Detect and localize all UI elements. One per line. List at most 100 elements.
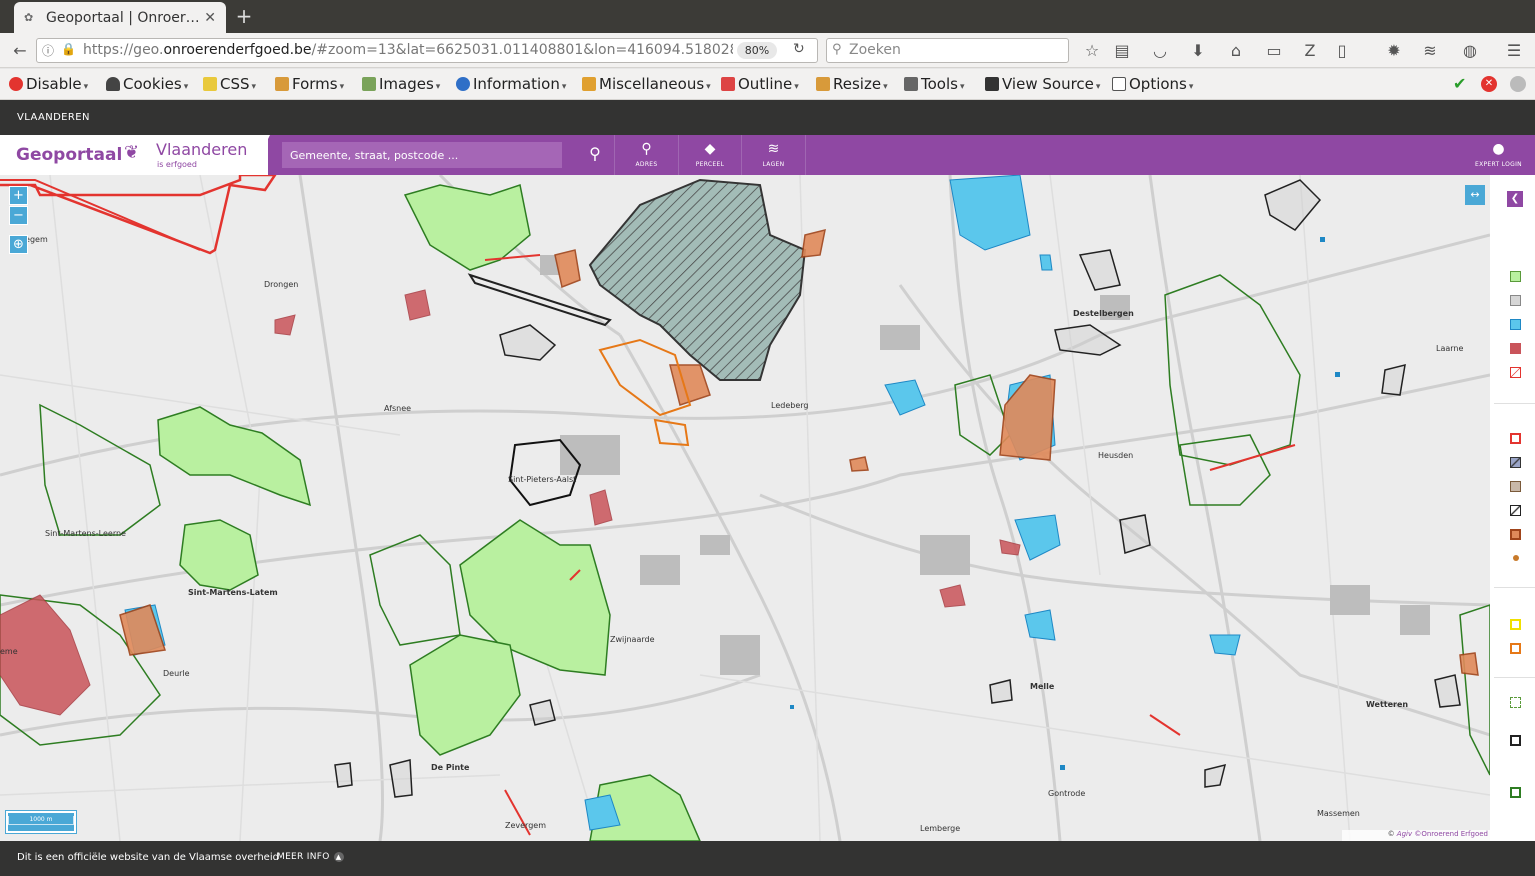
- legend-swatch-hatched-blue[interactable]: [1510, 457, 1521, 468]
- vlaanderen-bar: VLAANDEREN: [0, 100, 1535, 135]
- zoom-out-button[interactable]: −: [9, 206, 28, 225]
- legend-swatch-red[interactable]: [1510, 343, 1521, 354]
- bookmark-star-icon[interactable]: ☆: [1080, 39, 1104, 63]
- legend-swatch-red-hatched[interactable]: [1510, 367, 1521, 378]
- resize-icon: [816, 77, 830, 91]
- legend-swatch-black-hatched[interactable]: [1510, 505, 1521, 516]
- historic-city-center: [588, 178, 807, 381]
- dev-menu-outline[interactable]: Outline ▾: [721, 75, 799, 93]
- extension-layers-icon[interactable]: ≋: [1418, 39, 1442, 63]
- locate-me-icon[interactable]: ⊕: [9, 235, 28, 254]
- perceel-button[interactable]: ◆ PERCEEL: [678, 135, 741, 175]
- legend-swatch-orange[interactable]: [1510, 529, 1521, 540]
- legend-divider: [1494, 677, 1535, 678]
- place-label-zwijnaarde: Zwijnaarde: [610, 635, 655, 644]
- legend-divider: [1494, 403, 1535, 404]
- close-toolbar-icon[interactable]: [1510, 76, 1526, 92]
- close-tab-icon[interactable]: ✕: [204, 10, 216, 26]
- reading-list-icon[interactable]: ▤: [1110, 39, 1134, 63]
- scale-bar: 1000 m: [6, 811, 76, 833]
- dev-menu-disable[interactable]: Disable ▾: [9, 75, 88, 93]
- legend-swatch-green-dashed[interactable]: [1510, 697, 1521, 708]
- dev-menu-options[interactable]: Options ▾: [1112, 75, 1193, 93]
- location-search-input[interactable]: [282, 142, 562, 168]
- extension-zzz-icon[interactable]: ▭: [1262, 39, 1286, 63]
- user-icon: ●: [1492, 141, 1505, 157]
- extension-z-icon[interactable]: Z: [1298, 39, 1322, 63]
- menu-icon[interactable]: ☰: [1502, 39, 1526, 63]
- meer-info-link[interactable]: MEER INFO ▲: [277, 852, 344, 862]
- dev-menu-resize[interactable]: Resize ▾: [816, 75, 888, 93]
- expand-map-button[interactable]: ↔: [1465, 185, 1485, 205]
- place-label-massemen: Massemen: [1317, 809, 1360, 818]
- legend-swatch-green-outline[interactable]: [1510, 787, 1521, 798]
- flemish-lion-icon: ❦: [124, 142, 140, 163]
- legend-swatch-gray[interactable]: [1510, 295, 1521, 306]
- images-icon: [362, 77, 376, 91]
- header-divider: [805, 135, 806, 175]
- place-label-deurle: Deurle: [163, 669, 190, 678]
- extension-orange-icon[interactable]: ✹: [1382, 39, 1406, 63]
- zoom-in-button[interactable]: +: [9, 186, 28, 205]
- url-text[interactable]: https://geo.onroerenderfgoed.be/#zoom=13…: [83, 42, 733, 58]
- legend-swatch-cyan[interactable]: [1510, 319, 1521, 330]
- dev-menu-images[interactable]: Images ▾: [362, 75, 440, 93]
- pocket-icon[interactable]: ◡: [1148, 39, 1172, 63]
- legend-swatch-orange-outline[interactable]: [1510, 643, 1521, 654]
- download-icon[interactable]: ⬇: [1186, 39, 1210, 63]
- expert-login-button[interactable]: ● EXPERT LOGIN: [1462, 135, 1535, 175]
- map-viewport[interactable]: andegem Drongen Afsnee Sint-Martens-Leer…: [0, 175, 1490, 841]
- collapse-legend-button[interactable]: ❮: [1507, 191, 1523, 207]
- dev-menu-cookies[interactable]: Cookies ▾: [106, 75, 188, 93]
- place-label-destelbergen: Destelbergen: [1073, 309, 1134, 318]
- back-arrow-icon[interactable]: ←: [8, 39, 32, 63]
- dev-menu-tools[interactable]: Tools ▾: [904, 75, 964, 93]
- page-icon[interactable]: ▯: [1330, 39, 1354, 63]
- legend-divider: [1494, 587, 1535, 588]
- place-label-sint-martens-leerne: Sint-Martens-Leerne: [45, 529, 126, 538]
- error-icon[interactable]: ✕: [1481, 76, 1497, 92]
- lagen-button[interactable]: ≋ LAGEN: [741, 135, 805, 175]
- legend-swatch-green[interactable]: [1510, 271, 1521, 282]
- view-source-icon: [985, 77, 999, 91]
- checkmark-icon[interactable]: ✔: [1453, 74, 1466, 93]
- info-icon[interactable]: ⓘ: [42, 42, 54, 59]
- dev-menu-forms[interactable]: Forms ▾: [275, 75, 344, 93]
- place-label-heusden: Heusden: [1098, 451, 1134, 460]
- home-icon[interactable]: ⌂: [1224, 39, 1248, 63]
- dev-menu-information[interactable]: Information ▾: [456, 75, 566, 93]
- vlaanderen-link[interactable]: VLAANDEREN: [17, 112, 90, 123]
- app-title: Geoportaal: [16, 145, 123, 165]
- legend-swatch-black-outline[interactable]: [1510, 735, 1521, 746]
- browser-tab[interactable]: ✿ Geoportaal | Onroer… ✕: [14, 2, 226, 33]
- miscellaneous-icon: [582, 77, 596, 91]
- adres-button[interactable]: ⚲ ADRES: [614, 135, 678, 175]
- dev-menu-miscellaneous[interactable]: Miscellaneous ▾: [582, 75, 711, 93]
- place-label-de-pinte: De Pinte: [431, 763, 470, 772]
- reload-icon[interactable]: ↻: [793, 41, 805, 57]
- new-tab-button[interactable]: +: [233, 4, 255, 28]
- agiv-logo[interactable]: Agiv: [1397, 830, 1412, 838]
- dev-menu-view-source[interactable]: View Source ▾: [985, 75, 1100, 93]
- legend-swatch-red-outline[interactable]: [1510, 433, 1521, 444]
- zoom-level-badge[interactable]: 80%: [737, 42, 777, 59]
- legend-swatch-yellow-outline[interactable]: [1510, 619, 1521, 630]
- map-canvas[interactable]: [0, 175, 1490, 841]
- url-bar[interactable]: ⓘ 🔒 https://geo.onroerenderfgoed.be/#zoo…: [36, 38, 818, 63]
- dev-menu-css[interactable]: CSS ▾: [203, 75, 256, 93]
- css-pencil-icon: [203, 77, 217, 91]
- web-developer-toolbar: Disable ▾ Cookies ▾ CSS ▾ Forms ▾ Images ▾ In…: [0, 69, 1535, 100]
- search-button[interactable]: ⚲: [576, 135, 614, 175]
- tab-title: Geoportaal | Onroer…: [46, 9, 199, 26]
- place-label-eme: eme: [0, 647, 18, 656]
- information-icon: [456, 77, 470, 91]
- brand-block[interactable]: Geoportaal ❦ Vlaanderen is erfgoed: [0, 135, 268, 175]
- extension-globe-icon[interactable]: ◍: [1458, 39, 1482, 63]
- watersportbaan-outline: [467, 273, 612, 327]
- place-label-afsnee: Afsnee: [384, 404, 412, 413]
- legend-swatch-brown[interactable]: [1510, 481, 1521, 492]
- browser-search-input[interactable]: ⚲ Zoeken: [826, 38, 1069, 63]
- legend-swatch-orange-dot[interactable]: [1513, 555, 1519, 561]
- geoportaal-header: Geoportaal ❦ Vlaanderen is erfgoed ⚲ ⚲AD…: [0, 135, 1535, 175]
- place-label-drongen: Drongen: [264, 280, 299, 289]
